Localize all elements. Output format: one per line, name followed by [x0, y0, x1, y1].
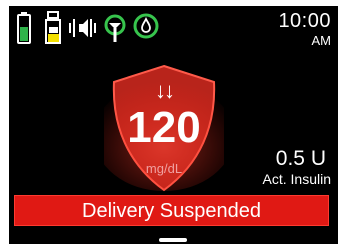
- active-insulin-value: 0.5 U: [275, 147, 326, 170]
- glucose-value: 120: [127, 103, 201, 152]
- clock-time: 10:00: [278, 10, 331, 32]
- status-bar[interactable]: 10:00 AM: [9, 6, 338, 56]
- battery-icon: [17, 12, 31, 44]
- sensor-drop-icon: [133, 13, 159, 39]
- banner-text: Delivery Suspended: [82, 200, 261, 222]
- home-indicator[interactable]: [159, 238, 187, 242]
- glucose-shield[interactable]: ↓↓ 120 mg/dL: [104, 56, 224, 196]
- delivery-suspended-banner[interactable]: Delivery Suspended: [14, 195, 329, 226]
- clock: 10:00 AM: [278, 11, 331, 47]
- insulin-reservoir-icon: [45, 11, 61, 44]
- glucose-unit: mg/dL: [145, 161, 183, 176]
- clock-ampm: AM: [311, 33, 332, 48]
- pump-screen: 10:00 AM ↓↓ 120 mg/dL 0.5 U Act. Insulin…: [9, 6, 338, 244]
- trend-arrows: ↓↓: [155, 78, 175, 103]
- active-insulin-label: Act. Insulin: [262, 171, 331, 187]
- audio-vibrate-icon: [69, 19, 96, 37]
- cgm-connection-icon: [104, 14, 126, 42]
